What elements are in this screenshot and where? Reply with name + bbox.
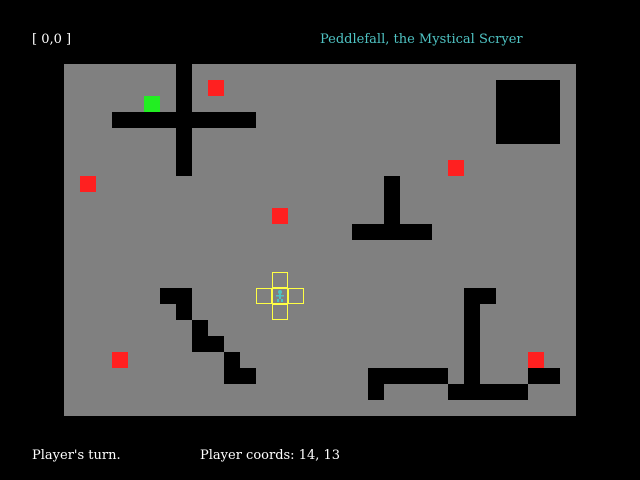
enemy-marker[interactable] (208, 80, 224, 96)
move-target-left[interactable] (256, 288, 272, 304)
person-icon (276, 290, 284, 302)
wall-segment (160, 288, 192, 304)
move-target-up[interactable] (272, 272, 288, 288)
wall-segment (176, 304, 192, 320)
player-coordinates: Player coords: 14, 13 (200, 448, 340, 463)
character-title: Peddlefall, the Mystical Scryer (320, 32, 523, 47)
wall-segment (192, 320, 208, 336)
wall-segment (528, 368, 560, 384)
enemy-marker[interactable] (448, 160, 464, 176)
move-target-right[interactable] (288, 288, 304, 304)
wall-segment (112, 112, 256, 128)
game-board[interactable] (64, 64, 576, 416)
player-character[interactable] (272, 288, 288, 304)
wall-segment (368, 368, 448, 384)
room-coordinates: [ 0,0 ] (32, 32, 72, 47)
enemy-marker[interactable] (272, 208, 288, 224)
coords-label: Player coords: (200, 448, 295, 463)
wall-segment (352, 224, 432, 240)
wall-segment (448, 384, 528, 400)
move-target-down[interactable] (272, 304, 288, 320)
enemy-marker[interactable] (80, 176, 96, 192)
wall-segment (224, 352, 240, 368)
enemy-marker[interactable] (528, 352, 544, 368)
exit-tile[interactable] (144, 96, 160, 112)
wall-segment (224, 368, 256, 384)
wall-segment (192, 336, 224, 352)
wall-segment (464, 288, 496, 304)
wall-segment (368, 384, 384, 400)
turn-status: Player's turn. (32, 448, 121, 463)
enemy-marker[interactable] (112, 352, 128, 368)
wall-segment (496, 80, 560, 144)
coords-value: 14, 13 (298, 448, 341, 463)
